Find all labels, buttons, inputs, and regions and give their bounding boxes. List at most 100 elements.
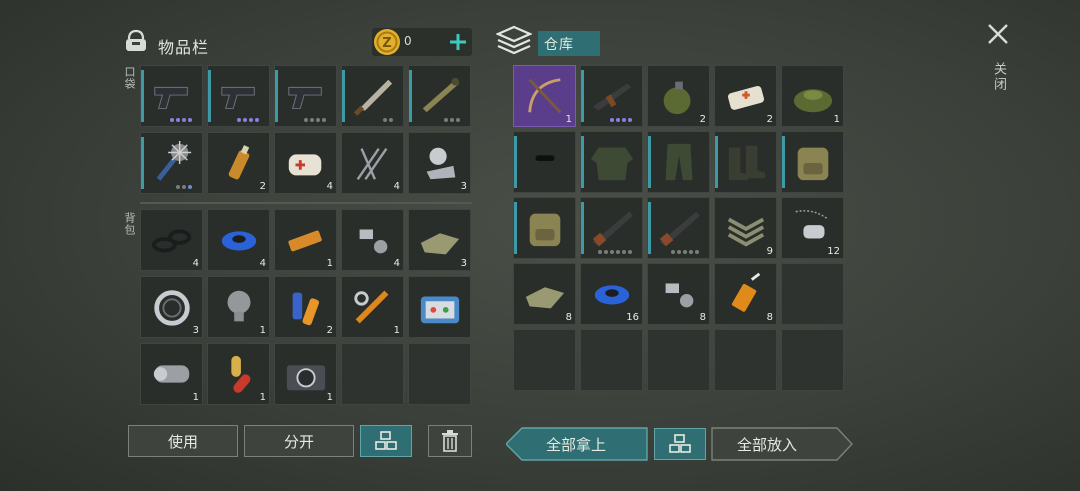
empty-slot[interactable] (781, 329, 844, 391)
close-icon[interactable] (984, 20, 1012, 48)
pants-icon (665, 143, 693, 181)
storage-slot-landmine[interactable]: 1 (781, 65, 844, 127)
backpack-slot-camera[interactable]: 1 (274, 343, 337, 405)
backpack-slot-light-bulb[interactable]: 1 (207, 276, 270, 338)
cloth-icon (420, 233, 460, 255)
item-count: 2 (259, 181, 266, 192)
durability-bar (514, 202, 517, 254)
item-count: 2 (326, 325, 333, 336)
storage-title: 仓库 (544, 37, 574, 53)
put-all-button[interactable]: 全部放入 (711, 427, 853, 461)
upgrade-dots (598, 250, 632, 254)
sort-inventory-button[interactable] (360, 425, 412, 457)
storage-slot-bolts[interactable]: 8 (647, 263, 710, 325)
durability-bar (581, 202, 584, 254)
storage-slot-cloth[interactable]: 8 (513, 263, 576, 325)
battery-icon (288, 230, 322, 252)
tape-icon (221, 231, 257, 251)
empty-slot[interactable] (714, 329, 777, 391)
empty-slot[interactable] (408, 343, 471, 405)
item-count: 4 (326, 181, 333, 192)
coin-icon: Z (372, 27, 402, 57)
backpack-slot-battery-pack[interactable]: 1 (274, 209, 337, 271)
nails-icon (356, 147, 388, 180)
cloth-icon (525, 287, 565, 309)
item-count: 1 (565, 114, 572, 125)
item-count: 9 (766, 246, 773, 257)
item-count: 8 (699, 312, 706, 323)
storage-slot-camo-jacket[interactable] (580, 131, 643, 193)
use-button[interactable]: 使用 (128, 425, 238, 457)
pocket-slot-pistol-1[interactable] (140, 65, 203, 127)
bolt-icon (359, 229, 388, 254)
empty-slot[interactable] (513, 329, 576, 391)
empty-slot[interactable] (781, 263, 844, 325)
backpack-icon (797, 147, 829, 181)
storage-slot-balaclava[interactable] (513, 131, 576, 193)
balaclava-icon (531, 143, 559, 179)
backpack-slot-hydraulic-parts[interactable]: 1 (341, 276, 404, 338)
backpack-slot-bearing[interactable]: 3 (140, 276, 203, 338)
add-coins-button[interactable] (446, 30, 470, 54)
empty-slot[interactable] (341, 343, 404, 405)
storage-tab[interactable]: 仓库 (538, 31, 600, 56)
backpack-slot-rubber-rings[interactable]: 4 (140, 209, 203, 271)
storage-slot-boots[interactable] (714, 131, 777, 193)
durability-bar (648, 202, 651, 254)
storage-slot-crossbow-card[interactable]: 1 (513, 65, 576, 127)
split-button[interactable]: 分开 (244, 425, 354, 457)
backpack-slot-pills[interactable]: 1 (207, 343, 270, 405)
backpack-slot-batteries[interactable]: 2 (274, 276, 337, 338)
crossbow-icon (528, 78, 562, 114)
take-all-button[interactable]: 全部拿上 (506, 427, 648, 461)
bandage-icon (288, 154, 322, 176)
storage-slot-shotgun-1[interactable] (580, 197, 643, 259)
pocket-slot-spiked-club[interactable] (140, 132, 203, 194)
backpack-slot-bolts[interactable]: 4 (341, 209, 404, 271)
storage-slot-first-aid-box[interactable]: 2 (714, 65, 777, 127)
durability-bar (342, 70, 345, 122)
machete-icon (353, 79, 393, 116)
trash-button[interactable] (428, 425, 472, 457)
pocket-slot-nails[interactable]: 4 (341, 132, 404, 194)
storage-slot-dog-tags[interactable]: 12 (781, 197, 844, 259)
pocket-slot-pistol-2[interactable] (207, 65, 270, 127)
storage-slot-blue-tape[interactable]: 16 (580, 263, 643, 325)
empty-slot[interactable] (580, 329, 643, 391)
hydraulic-icon (354, 290, 389, 324)
storage-slot-camo-pants[interactable] (647, 131, 710, 193)
storage-slot-backpack-2[interactable] (513, 197, 576, 259)
item-count: 1 (833, 114, 840, 125)
storage-slot-shotgun-2[interactable] (647, 197, 710, 259)
backpack-slot-toolbox[interactable] (408, 276, 471, 338)
pocket-divider (140, 202, 472, 204)
storage-slot-assault-rifle[interactable] (580, 65, 643, 127)
backpack-slot-metal-sheet[interactable]: 1 (140, 343, 203, 405)
landmine-icon (793, 89, 833, 113)
scrap-icon (426, 147, 456, 180)
pocket-slot-ammo-bottle[interactable]: 2 (207, 132, 270, 194)
storage-slot-glue[interactable]: 8 (714, 263, 777, 325)
pocket-slot-machete[interactable] (341, 65, 404, 127)
item-count: 12 (827, 246, 840, 257)
pocket-slot-rocket-launcher[interactable] (408, 65, 471, 127)
backpack-slot-cloth[interactable]: 3 (408, 209, 471, 271)
pocket-slot-scrap-parts[interactable]: 3 (408, 132, 471, 194)
backpack-slot-blue-tape[interactable]: 4 (207, 209, 270, 271)
item-count: 2 (766, 114, 773, 125)
camera-icon (286, 365, 326, 391)
storage-slot-backpack-1[interactable] (781, 131, 844, 193)
pocket-slot-bandage[interactable]: 4 (274, 132, 337, 194)
storage-slot-grenade[interactable]: 2 (647, 65, 710, 127)
item-count: 1 (259, 392, 266, 403)
sort-storage-button[interactable] (654, 428, 706, 460)
item-count: 8 (565, 312, 572, 323)
bottle-icon (228, 145, 250, 180)
tape-icon (594, 285, 630, 305)
inventory-title: 物品栏 (158, 38, 210, 57)
durability-bar (581, 136, 584, 188)
empty-slot[interactable] (647, 329, 710, 391)
close-label[interactable]: 关闭 (989, 62, 1008, 92)
storage-slot-sergeant-patch[interactable]: 9 (714, 197, 777, 259)
pocket-slot-pistol-3[interactable] (274, 65, 337, 127)
